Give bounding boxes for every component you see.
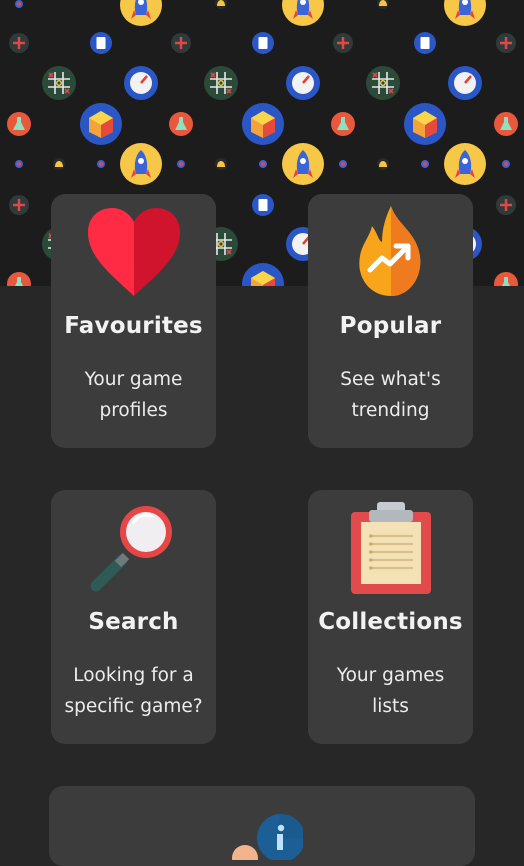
popular-card[interactable]: Popular See what's trending (308, 194, 473, 448)
search-title: Search (88, 609, 179, 635)
favourites-description: Your game profiles (84, 369, 183, 421)
favourites-title: Favourites (64, 313, 203, 339)
heart-icon (51, 204, 216, 299)
collections-card[interactable]: Collections Your games lists (308, 490, 473, 744)
magnifier-icon (51, 500, 216, 595)
info-icon (231, 800, 305, 866)
popular-title: Popular (339, 313, 442, 339)
collections-description: Your games lists (336, 665, 445, 717)
clipboard-icon (308, 500, 473, 595)
flame-trending-icon (308, 204, 473, 299)
collections-title: Collections (318, 609, 463, 635)
info-card[interactable] (49, 786, 475, 866)
popular-description: See what's trending (340, 369, 441, 421)
search-card[interactable]: Search Looking for a specific game? (51, 490, 216, 744)
favourites-card[interactable]: Favourites Your game profiles (51, 194, 216, 448)
search-description: Looking for a specific game? (64, 665, 203, 717)
